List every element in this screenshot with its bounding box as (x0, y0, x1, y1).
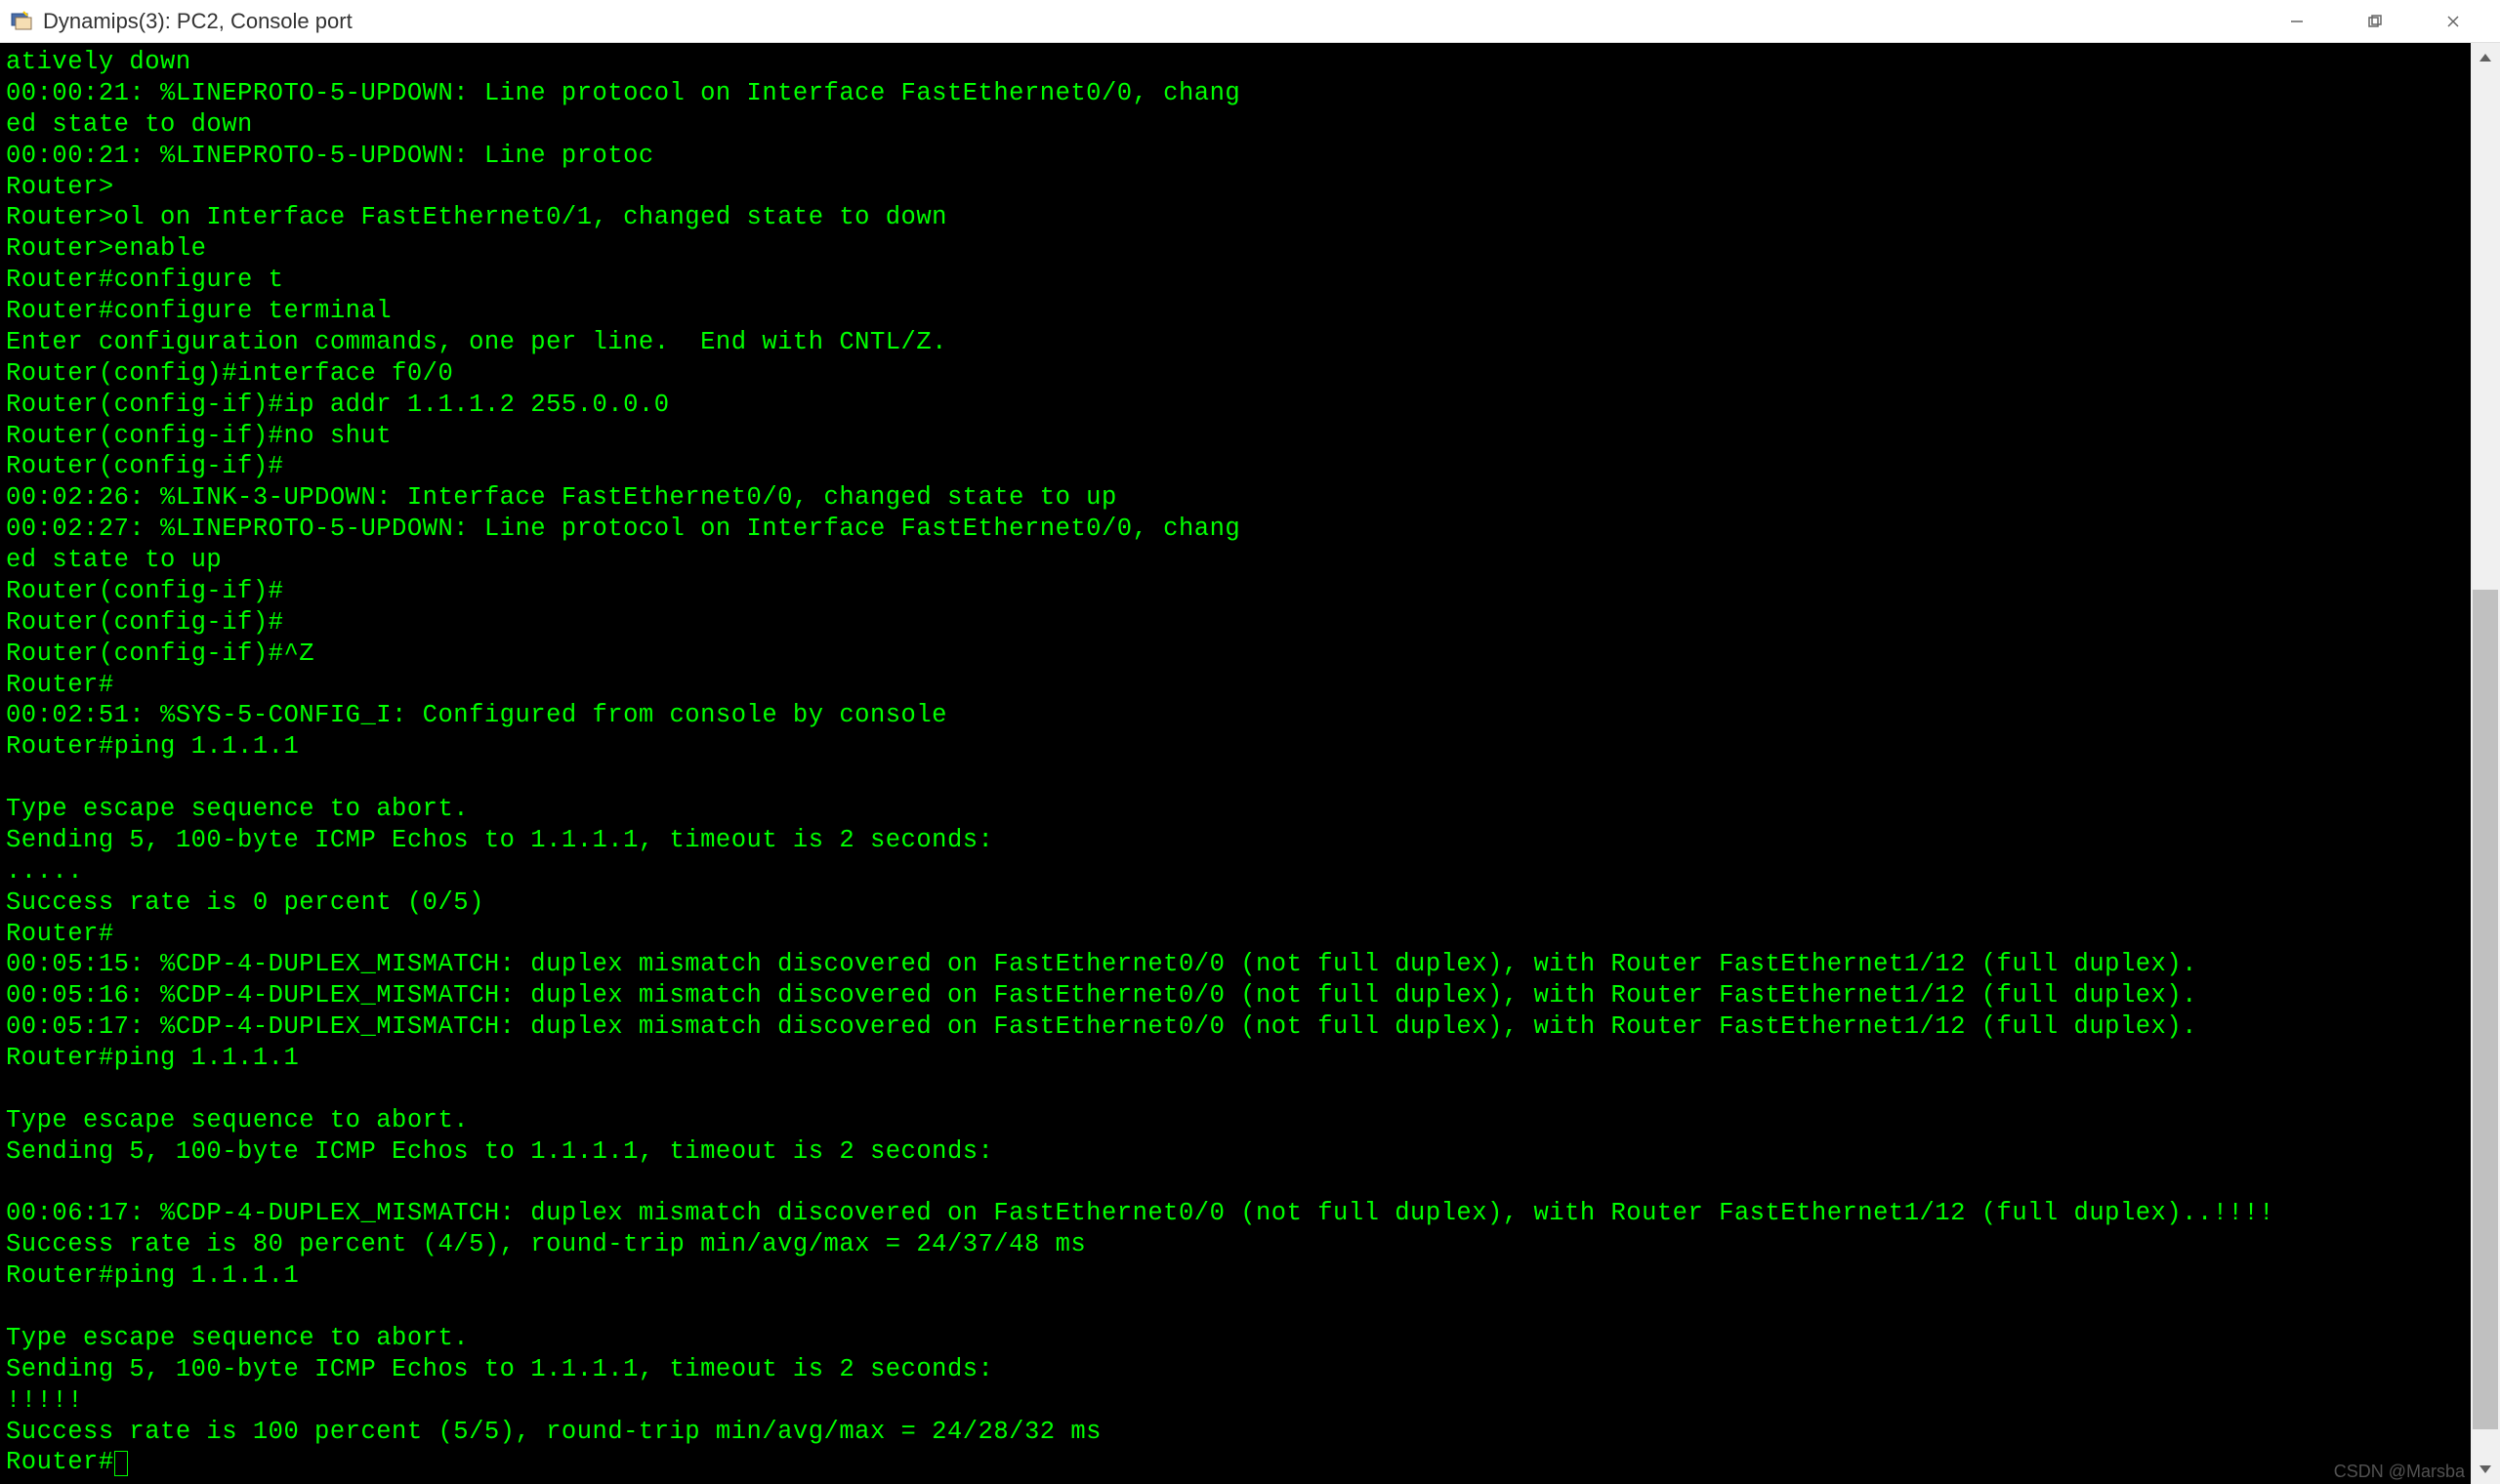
terminal-container: atively down00:00:21: %LINEPROTO-5-UPDOW… (0, 43, 2500, 1484)
terminal-line: 00:05:15: %CDP-4-DUPLEX_MISMATCH: duplex… (6, 949, 2465, 980)
scroll-up-arrow[interactable] (2471, 43, 2500, 72)
terminal-line (6, 1168, 2465, 1199)
terminal-line: ed state to down (6, 109, 2465, 141)
terminal-line: Router# (6, 670, 2465, 701)
terminal-line: Router#ping 1.1.1.1 (6, 1260, 2465, 1292)
terminal-line: Router# (6, 919, 2465, 950)
terminal-line: 00:02:26: %LINK-3-UPDOWN: Interface Fast… (6, 482, 2465, 514)
terminal-line: Router#ping 1.1.1.1 (6, 1043, 2465, 1074)
terminal-line: Enter configuration commands, one per li… (6, 327, 2465, 358)
terminal-line: Router#ping 1.1.1.1 (6, 731, 2465, 763)
terminal-line: Success rate is 80 percent (4/5), round-… (6, 1229, 2465, 1260)
terminal-line: Router(config-if)#^Z (6, 639, 2465, 670)
terminal-line: 00:06:17: %CDP-4-DUPLEX_MISMATCH: duplex… (6, 1198, 2465, 1229)
terminal-line: Router#configure terminal (6, 296, 2465, 327)
terminal-line: Router#configure t (6, 265, 2465, 296)
scrollbar-track[interactable] (2471, 43, 2500, 1484)
terminal-line: 00:02:27: %LINEPROTO-5-UPDOWN: Line prot… (6, 514, 2465, 545)
terminal-line: Sending 5, 100-byte ICMP Echos to 1.1.1.… (6, 825, 2465, 856)
terminal-line: ed state to up (6, 545, 2465, 576)
app-icon (8, 8, 35, 35)
terminal-line: 00:00:21: %LINEPROTO-5-UPDOWN: Line prot… (6, 78, 2465, 109)
scrollbar-thumb[interactable] (2473, 590, 2498, 1429)
terminal-line: Success rate is 100 percent (5/5), round… (6, 1417, 2465, 1448)
title-bar: Dynamips(3): PC2, Console port (0, 0, 2500, 43)
terminal-line (6, 763, 2465, 794)
window-title: Dynamips(3): PC2, Console port (43, 9, 2258, 34)
terminal-line: ..... (6, 856, 2465, 887)
terminal-line: !!!!! (6, 1385, 2465, 1417)
terminal-prompt-line: Router# (6, 1447, 2465, 1478)
terminal-line: Router(config-if)#no shut (6, 421, 2465, 452)
terminal-line: Router> (6, 172, 2465, 203)
terminal-line: Sending 5, 100-byte ICMP Echos to 1.1.1.… (6, 1354, 2465, 1385)
terminal-line: 00:05:16: %CDP-4-DUPLEX_MISMATCH: duplex… (6, 980, 2465, 1011)
terminal-line: Router(config-if)# (6, 607, 2465, 639)
terminal-line: 00:00:21: %LINEPROTO-5-UPDOWN: Line prot… (6, 141, 2465, 172)
watermark: CSDN @Marsba (2334, 1462, 2465, 1482)
terminal-line: Router>enable (6, 233, 2465, 265)
window-controls (2258, 0, 2492, 43)
terminal-line: Router(config-if)#ip addr 1.1.1.2 255.0.… (6, 390, 2465, 421)
terminal-line: Type escape sequence to abort. (6, 1105, 2465, 1136)
terminal-line: Router(config)#interface f0/0 (6, 358, 2465, 390)
terminal-output[interactable]: atively down00:00:21: %LINEPROTO-5-UPDOW… (0, 43, 2471, 1484)
maximize-button[interactable] (2336, 0, 2414, 43)
terminal-line: Type escape sequence to abort. (6, 794, 2465, 825)
terminal-line: atively down (6, 47, 2465, 78)
terminal-line: Router(config-if)# (6, 451, 2465, 482)
terminal-line: 00:02:51: %SYS-5-CONFIG_I: Configured fr… (6, 700, 2465, 731)
scroll-down-arrow[interactable] (2471, 1455, 2500, 1484)
terminal-line: Type escape sequence to abort. (6, 1323, 2465, 1354)
close-button[interactable] (2414, 0, 2492, 43)
terminal-line: Router(config-if)# (6, 576, 2465, 607)
terminal-line: Sending 5, 100-byte ICMP Echos to 1.1.1.… (6, 1136, 2465, 1168)
terminal-line: 00:05:17: %CDP-4-DUPLEX_MISMATCH: duplex… (6, 1011, 2465, 1043)
minimize-button[interactable] (2258, 0, 2336, 43)
terminal-line: Success rate is 0 percent (0/5) (6, 887, 2465, 919)
terminal-line (6, 1074, 2465, 1105)
terminal-line: Router>ol on Interface FastEthernet0/1, … (6, 202, 2465, 233)
terminal-cursor (114, 1451, 128, 1476)
terminal-line (6, 1292, 2465, 1323)
